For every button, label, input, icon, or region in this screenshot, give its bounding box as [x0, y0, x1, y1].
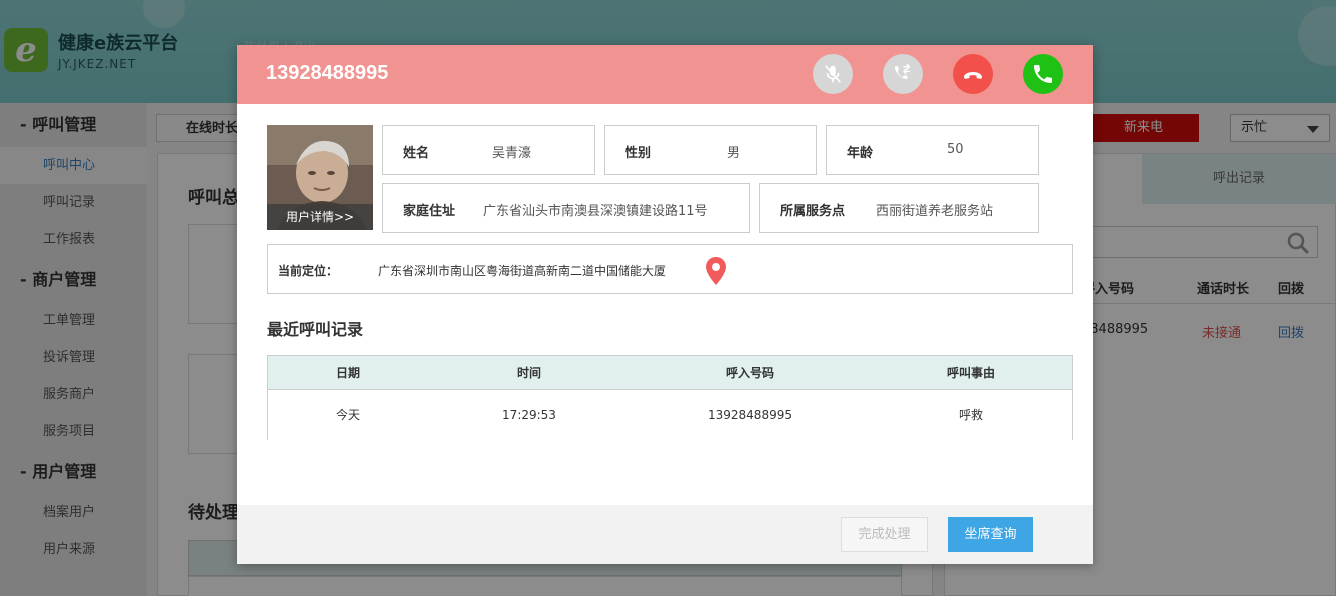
- gender-value: 男: [727, 146, 741, 161]
- mute-button[interactable]: [813, 54, 853, 94]
- map-pin-icon[interactable]: [704, 256, 728, 286]
- name-value: 吴青濠: [492, 146, 532, 161]
- answer-button[interactable]: [1023, 54, 1063, 94]
- current-location: 当前定位： 广东省深圳市南山区粤海街道高新南二道中国储能大厦: [267, 244, 1073, 294]
- row-number: 13928488995: [708, 408, 792, 422]
- modal-header: 13928488995: [237, 45, 1093, 104]
- service-value: 西丽街道养老服务站: [876, 204, 994, 219]
- recent-calls-table: 日期 时间 呼入号码 呼叫事由 今天 17:29:53 13928488995 …: [267, 355, 1073, 440]
- table-row: 今天 17:29:53 13928488995 呼救: [268, 390, 1072, 440]
- transfer-button[interactable]: [883, 54, 923, 94]
- info-gender: 性别 男: [604, 125, 817, 175]
- location-value: 广东省深圳市南山区粤海街道高新南二道中国储能大厦: [378, 264, 667, 278]
- user-detail-link[interactable]: 用户详情>>: [267, 204, 373, 230]
- seat-query-button[interactable]: 坐席查询: [948, 517, 1033, 552]
- recent-calls-title: 最近呼叫记录: [267, 320, 364, 339]
- row-time: 17:29:53: [502, 408, 556, 422]
- phone-hangup-icon: [964, 72, 982, 79]
- user-photo[interactable]: 用户详情>>: [267, 125, 373, 230]
- info-service-point: 所属服务点 西丽街道养老服务站: [759, 183, 1039, 233]
- phone-transfer-icon: [895, 63, 911, 80]
- age-label: 年龄: [847, 146, 874, 161]
- gender-label: 性别: [625, 146, 652, 161]
- col-number: 呼入号码: [725, 366, 774, 380]
- phone-answer-icon: [1034, 65, 1052, 83]
- info-address: 家庭住址 广东省汕头市南澳县深澳镇建设路11号: [382, 183, 750, 233]
- caller-number: 13928488995: [266, 62, 389, 84]
- hangup-button[interactable]: [953, 54, 993, 94]
- modal-footer: 完成处理 坐席查询: [237, 505, 1093, 564]
- name-label: 姓名: [403, 146, 430, 161]
- age-value: 50: [947, 142, 964, 157]
- complete-button[interactable]: 完成处理: [841, 517, 928, 552]
- row-reason: 呼救: [958, 408, 983, 422]
- incoming-call-modal: 13928488995 用户详情>> 姓名 吴青濠 性别 男 年龄 50 家庭住…: [237, 45, 1093, 564]
- recent-table-header: 日期 时间 呼入号码 呼叫事由: [268, 356, 1072, 390]
- address-value: 广东省汕头市南澳县深澳镇建设路11号: [483, 204, 708, 219]
- col-date: 日期: [335, 366, 360, 380]
- row-date: 今天: [335, 408, 360, 422]
- service-label: 所属服务点: [780, 204, 846, 219]
- col-time: 时间: [516, 366, 541, 380]
- info-name: 姓名 吴青濠: [382, 125, 595, 175]
- col-reason: 呼叫事由: [946, 366, 995, 380]
- address-label: 家庭住址: [403, 204, 456, 219]
- location-label: 当前定位：: [278, 264, 339, 278]
- info-age: 年龄 50: [826, 125, 1039, 175]
- mic-off-icon: [825, 65, 841, 83]
